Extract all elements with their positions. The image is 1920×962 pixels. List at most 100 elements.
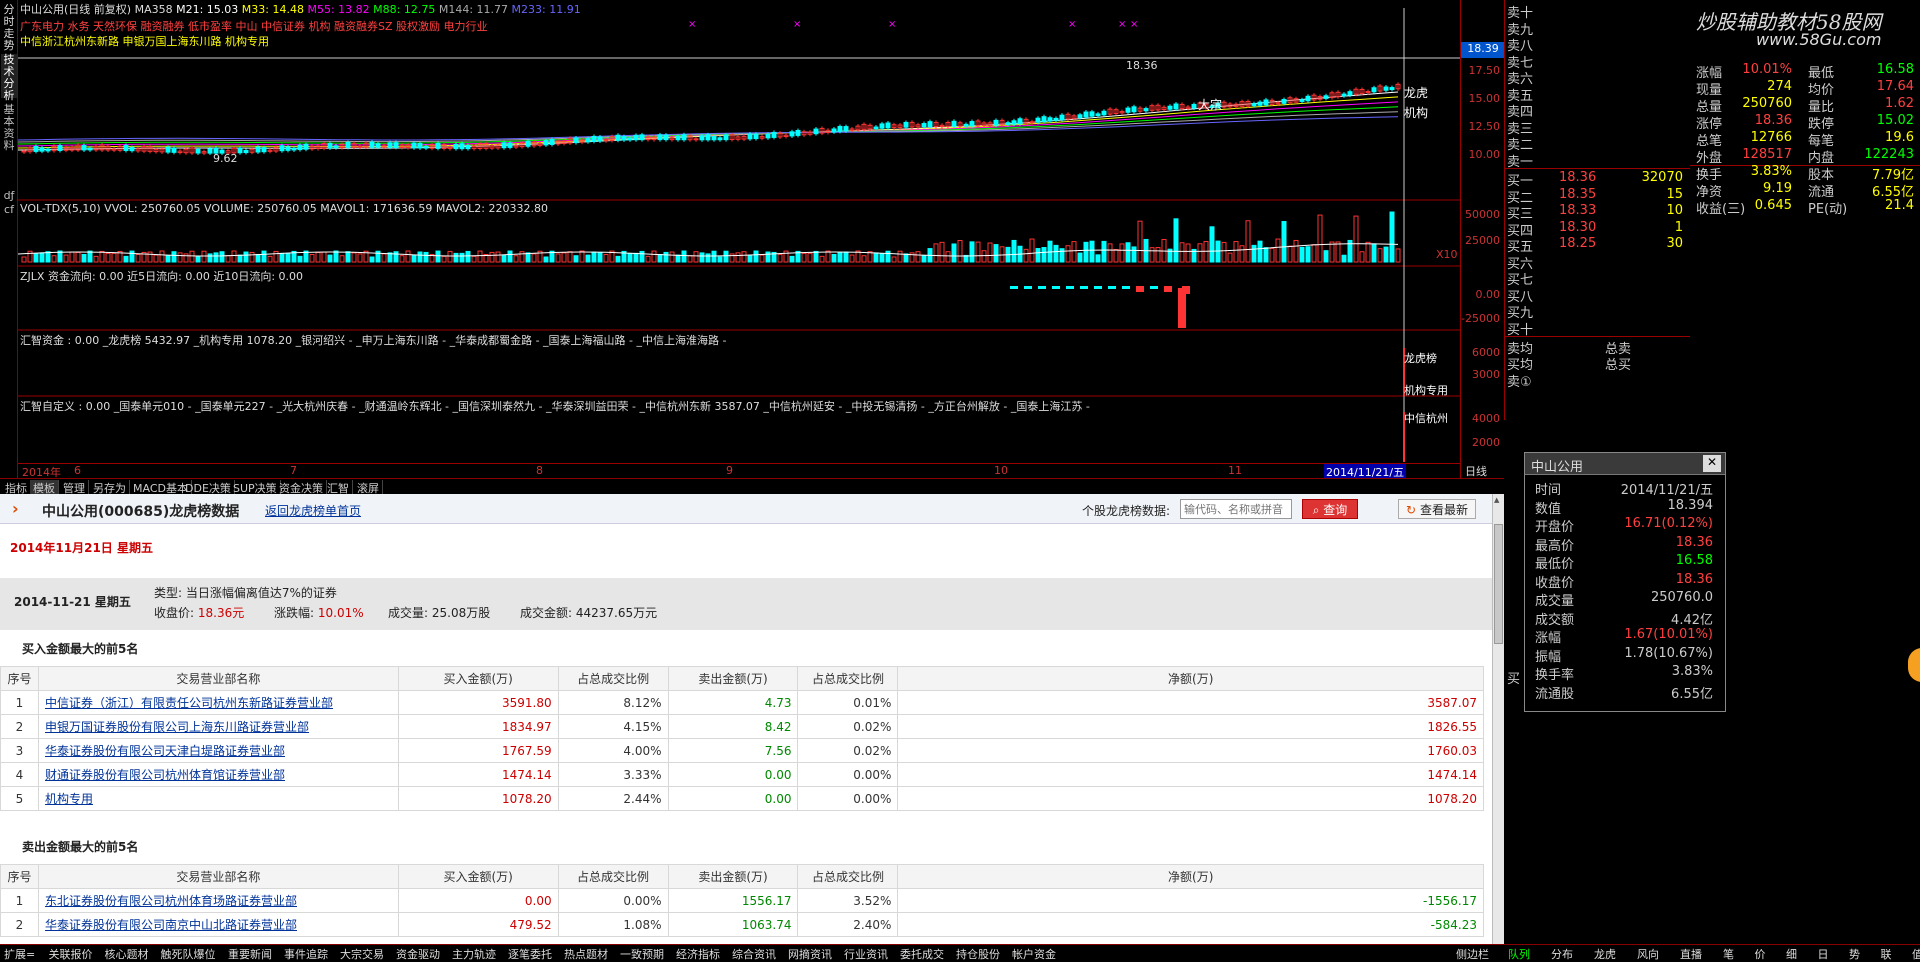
kline-chart[interactable]: 中山公用(日线 前复权) MA358 M21: 15.03 M33: 14.48… [18,0,1460,480]
buy-level: 买九 [1507,302,1687,321]
latest-button-label: 查看最新 [1419,503,1468,517]
status-left-item[interactable]: 帐户资金 [1012,946,1056,962]
broker-link[interactable]: 中信证券（浙江）有限责任公司杭州东新路证券营业部 [37,690,399,715]
status-left-item[interactable]: 大宗交易 [340,946,384,962]
status-left-item[interactable]: 扩展= [4,946,35,962]
popup-key: 数值 [1535,501,1562,517]
status-right-item[interactable]: 日 [1818,946,1829,962]
volume-bar [999,246,1005,263]
status-left-item[interactable]: 重要新闻 [228,946,272,962]
volume-bar [861,255,867,263]
status-left-item[interactable]: 热点题材 [564,946,608,962]
volume-bar [273,250,279,263]
status-right-item[interactable]: 分布 [1551,946,1573,962]
candle-body [1257,101,1263,106]
latest-button[interactable]: ↻ 查看最新 [1398,499,1476,519]
status-left-item[interactable]: 资金驱动 [396,946,440,962]
flow-bar [1052,286,1060,289]
table-cell: 3587.07 [897,690,1484,715]
scroll-thumb[interactable] [1494,524,1503,644]
price-tick: 10.00 [1468,148,1501,161]
volume-bar [81,253,87,263]
quote-value: 10.01% [1742,62,1792,77]
status-left-item[interactable]: 一致预期 [620,946,664,962]
status-right-item[interactable]: 细 [1786,946,1797,962]
popup-key: 最高价 [1535,538,1575,554]
panel-scrollbar[interactable]: ▲ [1492,494,1504,944]
status-right-item[interactable]: 队列 [1508,946,1530,962]
sell-level: 卖五 [1507,85,1687,104]
status-left-item[interactable]: 委托成交 [900,946,944,962]
broker-link[interactable]: 华泰证券股份有限公司天津白堤路证券营业部 [37,738,399,763]
table-header-cell: 净额(万) [897,864,1484,889]
candle-body [789,131,795,137]
buy-level: 买八 [1507,286,1687,305]
volume-bar [681,250,687,263]
flow-bar [1024,286,1032,289]
status-right-item[interactable]: 值 [1912,946,1920,962]
date-axis: 2014年 6 7 8 9 10 11 2014/11/21/五 [18,463,1460,480]
search-input[interactable] [1180,499,1292,519]
status-right-item[interactable]: 势 [1849,946,1860,962]
tab-df[interactable]: dƒ [1,190,17,204]
table-cell: 8.12% [557,690,669,715]
status-right-item[interactable]: 价 [1755,946,1766,962]
axis-mode[interactable]: 日线 [1465,463,1487,479]
candle-body [573,137,579,144]
volume-bar [1251,244,1257,263]
close-icon[interactable]: ✕ [1703,455,1721,472]
tab-technical[interactable]: 技术分析 [1,54,17,102]
popup-value: 16.58 [1675,553,1713,568]
tab-fundamental[interactable]: 基本资料 [1,104,17,152]
volume-bar [1305,246,1311,263]
status-left-item[interactable]: 事件追踪 [284,946,328,962]
broker-link[interactable]: 财通证券股份有限公司杭州体育馆证券营业部 [37,762,399,787]
status-left-item[interactable]: 网摘资讯 [788,946,832,962]
sell-level: 卖九 [1507,19,1687,38]
scroll-up-icon[interactable]: ▲ [1494,496,1503,504]
status-right-item[interactable]: 直播 [1680,946,1702,962]
status-right-item[interactable]: 联 [1881,946,1892,962]
broker-link[interactable]: 华泰证券股份有限公司南京中山北路证券营业部 [37,912,399,937]
candle-body [753,133,759,140]
status-right-item[interactable]: 侧边栏 [1456,946,1489,962]
broker-link[interactable]: 东北证券股份有限公司杭州体育场路证券营业部 [37,888,399,913]
sell-level: 卖四 [1507,101,1687,120]
volume-bar [603,253,609,263]
status-left-item[interactable]: 触死队爆位 [161,946,216,962]
tab-intraday[interactable]: 分时走势 [1,4,17,52]
status-left-item[interactable]: 行业资讯 [844,946,888,962]
volume-bar [1077,252,1083,263]
status-left-item[interactable]: 综合资讯 [732,946,776,962]
status-right-item[interactable]: 龙虎 [1594,946,1616,962]
sell-level: 卖七 [1507,52,1687,71]
broker-link[interactable]: 申银万国证券股份有限公司上海东川路证券营业部 [37,714,399,739]
side-expand-tab[interactable] [1908,648,1920,682]
status-left-item[interactable]: 主力轨迹 [452,946,496,962]
back-link[interactable]: 返回龙虎榜单首页 [265,502,361,519]
popup-key: 振幅 [1535,649,1562,665]
chevron-right-icon: › [12,499,19,518]
left-tab-strip: 分时走势 技术分析 基本资料 dƒ cf [0,0,18,478]
status-right-item[interactable]: 笔 [1723,946,1734,962]
search-button[interactable]: ⌕ 查询 [1302,499,1358,519]
tab-cf[interactable]: cf [1,204,17,218]
volume-bar [825,250,831,263]
table-cell: 1.08% [557,912,669,937]
status-left-item[interactable]: 关联报价 [49,946,93,962]
refresh-icon: ↻ [1406,503,1417,517]
popup-row: 最高价 18.36 [1531,535,1717,554]
status-left-item[interactable]: 核心题材 [105,946,149,962]
status-right-item[interactable]: 风向 [1637,946,1659,962]
quote-row: 收益(三) 0.645 PE(动) 21.4 [1696,198,1916,217]
status-left-item[interactable]: 经济指标 [676,946,720,962]
candle-body [1305,95,1311,102]
broker-link[interactable]: 机构专用 [37,786,399,811]
volume-multiplier: X10 [1436,248,1458,261]
status-left-item[interactable]: 逐笔委托 [508,946,552,962]
date-axis-month: 9 [726,464,733,477]
volume-bar [693,251,699,263]
status-left-item[interactable]: 持仓股份 [956,946,1000,962]
popup-key: 收盘价 [1535,575,1575,591]
popup-value: 4.42亿 [1671,612,1713,628]
